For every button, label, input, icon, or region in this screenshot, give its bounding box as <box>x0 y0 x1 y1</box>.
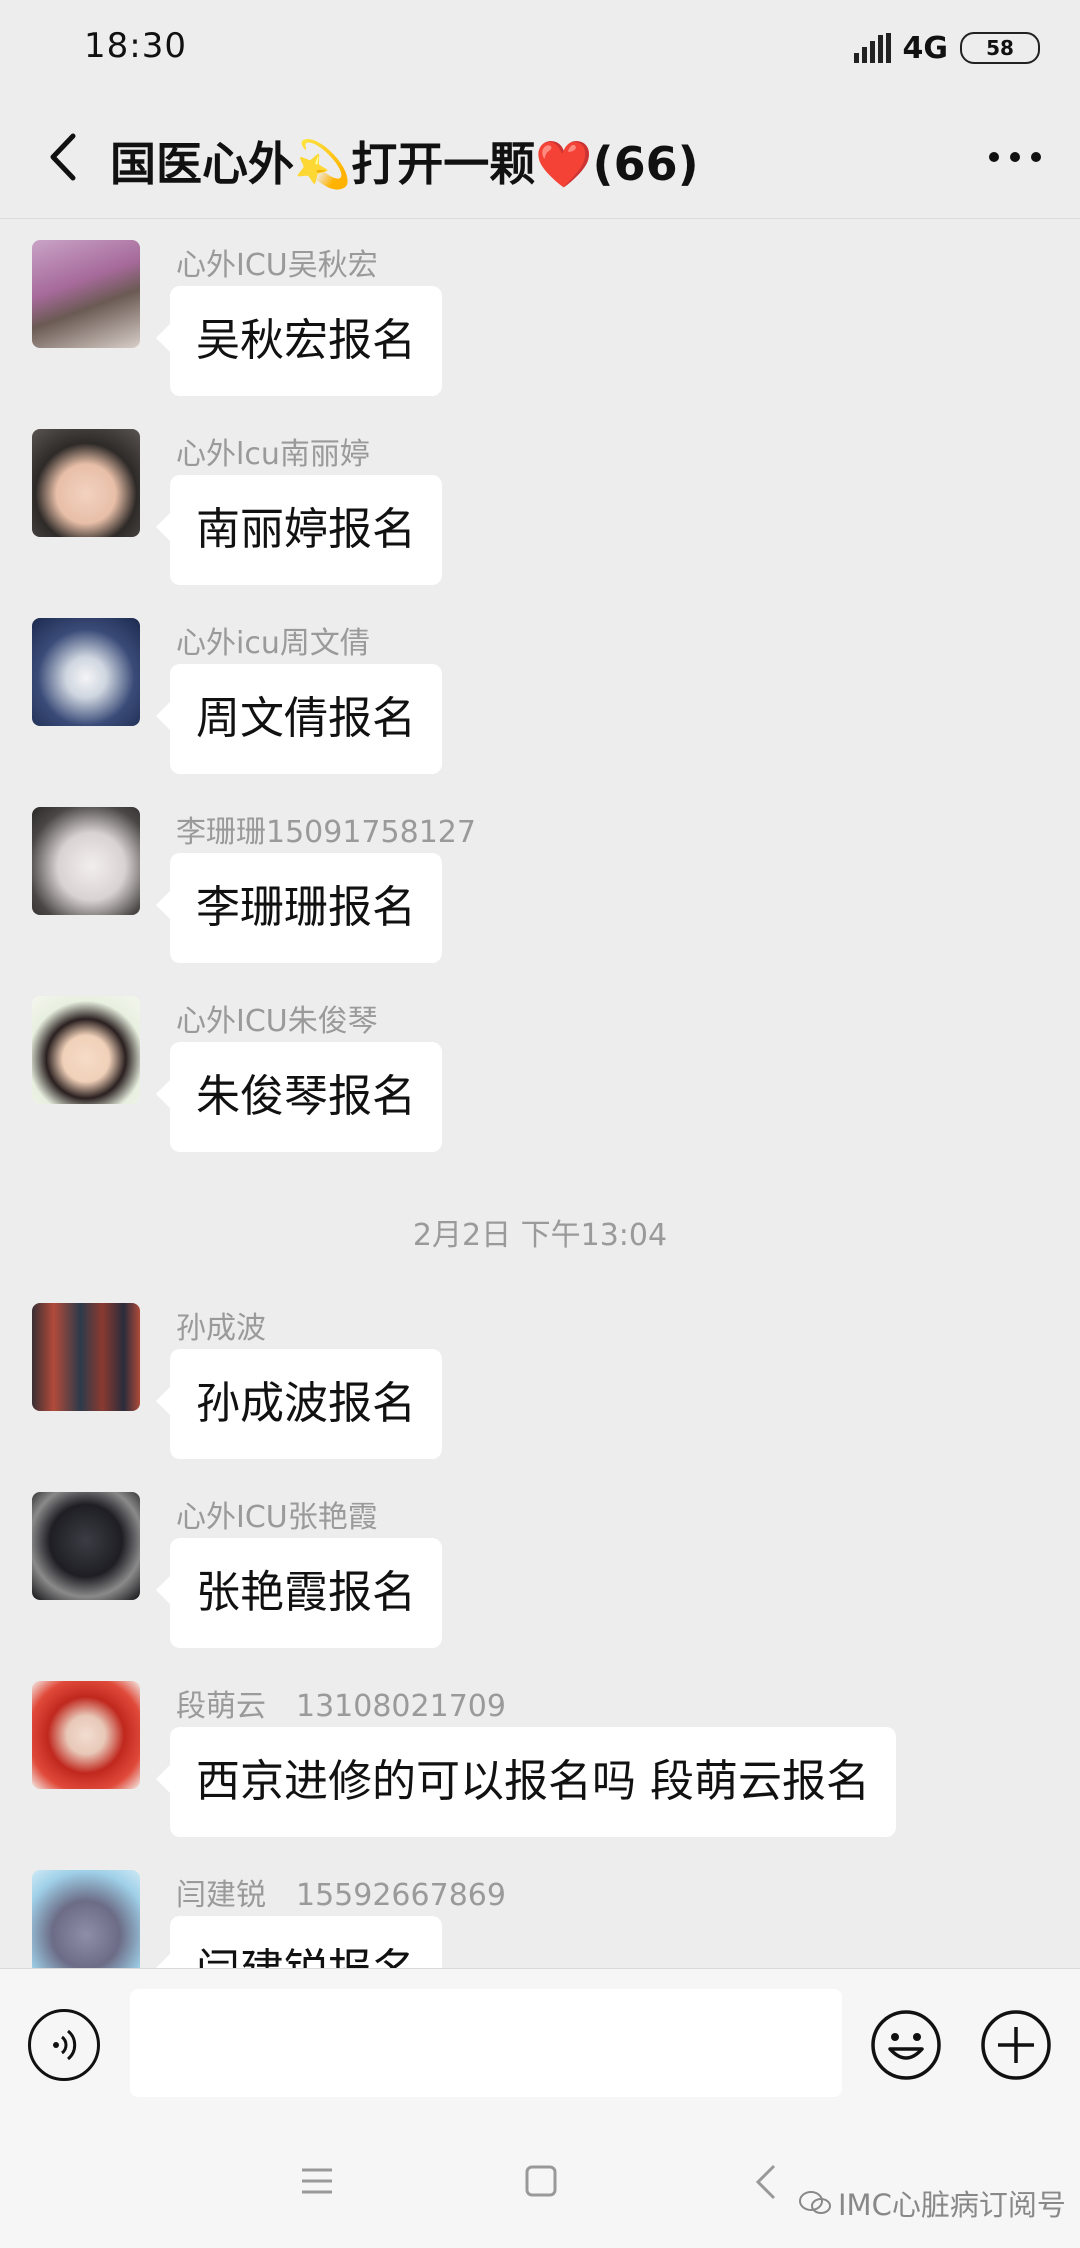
avatar[interactable] <box>32 1492 140 1600</box>
sender-name: 心外icu周文倩 <box>176 626 370 661</box>
avatar[interactable] <box>32 807 140 915</box>
avatar[interactable] <box>32 618 140 726</box>
message-list[interactable]: 心外ICU吴秋宏 吴秋宏报名 心外lcu南丽婷 南丽婷报名 心外icu周文倩 周… <box>0 218 1080 1968</box>
battery-icon: 58 <box>960 32 1040 64</box>
message-bubble[interactable]: 西京进修的可以报名吗 段萌云报名 <box>156 1727 896 1837</box>
watermark-text: IMC心脏病订阅号 <box>838 2188 1066 2222</box>
message-bubble[interactable]: 周文倩报名 <box>156 664 442 774</box>
avatar[interactable] <box>32 996 140 1104</box>
chevron-left-icon <box>50 133 76 181</box>
message-bubble[interactable]: 闫建锐报名 <box>156 1916 442 1968</box>
more-button[interactable] <box>980 122 1050 192</box>
signal-icon <box>853 33 891 63</box>
system-back-button[interactable] <box>752 2162 778 2206</box>
menu-icon <box>302 2168 332 2194</box>
system-nav-bar: IMC心脏病订阅号 <box>0 2118 1080 2248</box>
plus-icon <box>981 2010 1051 2080</box>
avatar[interactable] <box>32 240 140 348</box>
sender-name: 孙成波 <box>176 1311 266 1346</box>
sender-name: 李珊珊15091758127 <box>176 815 476 850</box>
message-bubble[interactable]: 南丽婷报名 <box>156 475 442 585</box>
message-bubble[interactable]: 张艳霞报名 <box>156 1538 442 1648</box>
plus-button[interactable] <box>980 2009 1052 2081</box>
emoji-button[interactable] <box>870 2009 942 2081</box>
message-bubble[interactable]: 吴秋宏报名 <box>156 286 442 396</box>
status-indicators: 4G 58 <box>853 26 1040 70</box>
avatar[interactable] <box>32 1303 140 1411</box>
chat-header: 国医心外💫打开一颗❤️(66) <box>0 96 1080 219</box>
avatar[interactable] <box>32 1681 140 1789</box>
avatar[interactable] <box>32 1870 140 1968</box>
status-time: 18:30 <box>84 26 187 66</box>
watermark: IMC心脏病订阅号 <box>798 2182 1066 2224</box>
status-bar: 18:30 4G 58 <box>0 0 1080 96</box>
message-input[interactable] <box>130 1989 842 2097</box>
sender-name: 心外ICU吴秋宏 <box>176 248 378 283</box>
chat-title: 国医心外💫打开一颗❤️(66) <box>110 137 699 191</box>
more-icon <box>989 152 1041 162</box>
home-button[interactable] <box>524 2164 558 2202</box>
timestamp: 2月2日 下午13:04 <box>412 1218 668 1253</box>
input-bar <box>0 1968 1080 2119</box>
home-square-icon <box>525 2165 557 2197</box>
sender-name: 心外ICU张艳霞 <box>176 1500 378 1535</box>
sender-name: 心外ICU朱俊琴 <box>176 1004 378 1039</box>
message-bubble[interactable]: 朱俊琴报名 <box>156 1042 442 1152</box>
sender-name: 段萌云 13108021709 <box>176 1689 506 1724</box>
voice-button[interactable] <box>28 2009 100 2081</box>
wechat-icon <box>799 2191 831 2214</box>
emoji-icon <box>871 2010 941 2080</box>
network-label: 4G <box>902 30 949 66</box>
message-bubble[interactable]: 孙成波报名 <box>156 1349 442 1459</box>
message-bubble[interactable]: 李珊珊报名 <box>156 853 442 963</box>
sender-name: 闫建锐 15592667869 <box>176 1878 506 1913</box>
voice-icon <box>53 2029 77 2061</box>
recent-apps-button[interactable] <box>300 2166 334 2200</box>
back-button[interactable] <box>28 122 98 192</box>
avatar[interactable] <box>32 429 140 537</box>
back-triangle-icon <box>755 2164 776 2200</box>
sender-name: 心外lcu南丽婷 <box>176 437 370 472</box>
